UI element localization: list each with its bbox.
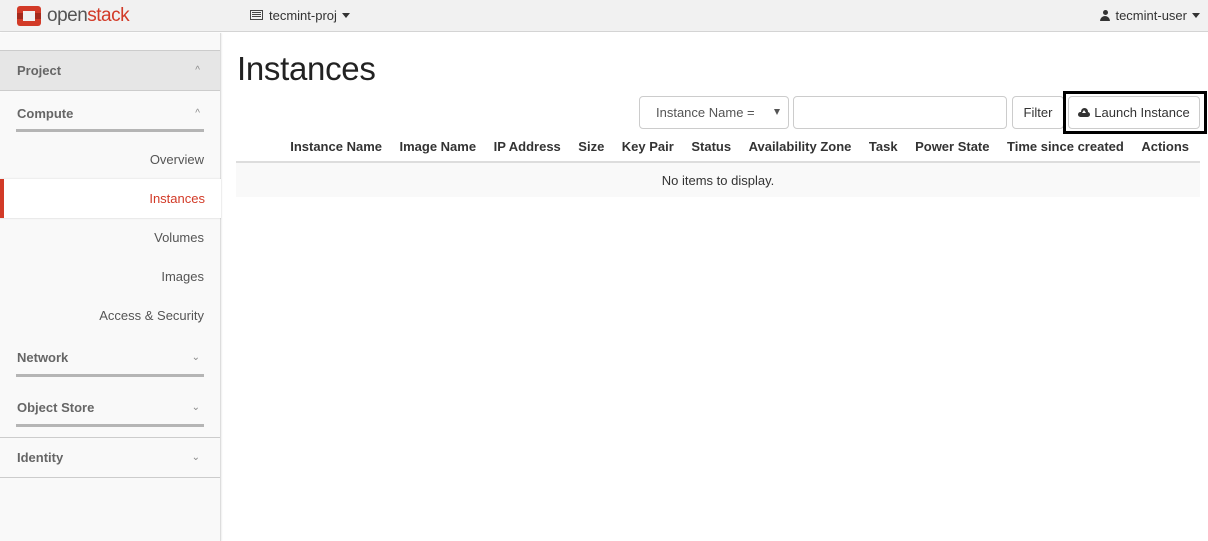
sidebar: Project ^ Compute ^ Overview Instances V… [0,33,221,541]
sidebar-spacer [0,33,220,51]
sidebar-group-label: Compute [17,105,74,121]
column-header-instance-name[interactable]: Instance Name [290,139,382,154]
sidebar-item-overview[interactable]: Overview [0,140,220,179]
page-title: Instances [237,50,376,87]
sidebar-group-network[interactable]: Network ⌄ [16,341,204,377]
launch-instance-button[interactable]: Launch Instance [1068,96,1200,129]
table-header-row: Instance Name Image Name IP Address Size… [236,131,1200,163]
sidebar-group-compute[interactable]: Compute ^ [16,91,204,132]
chevron-up-icon: ^ [195,107,200,119]
user-name: tecmint-user [1115,7,1187,23]
column-header-availability-zone[interactable]: Availability Zone [749,139,852,154]
chevron-down-icon: ⌄ [191,352,200,363]
sidebar-item-label: Overview [149,152,204,167]
column-header-power-state[interactable]: Power State [915,139,989,154]
filter-field-value: Instance Name = [656,105,755,120]
column-header-size[interactable]: Size [578,139,604,154]
launch-instance-label: Launch Instance [1094,105,1190,120]
brand-stack-text: stack [87,5,130,26]
column-header-time-since-created[interactable]: Time since created [1007,139,1124,154]
sidebar-item-label: Instances [149,191,205,206]
sidebar-dashboard-identity[interactable]: Identity ⌄ [0,438,220,478]
project-list-icon [250,10,263,20]
sidebar-item-label: Access & Security [99,308,204,323]
column-header-key-pair[interactable]: Key Pair [622,139,674,154]
project-switcher[interactable]: tecmint-proj [250,0,350,30]
sidebar-group-label: Network [17,350,69,365]
chevron-up-icon: ^ [195,65,200,76]
caret-down-icon [1192,12,1200,18]
dropdown-arrow-icon [774,109,780,115]
caret-down-icon [341,12,350,18]
sidebar-item-label: Images [161,269,204,284]
column-header-task[interactable]: Task [869,139,898,154]
column-header-ip-address[interactable]: IP Address [494,139,561,154]
sidebar-dashboard-project[interactable]: Project ^ [0,51,220,91]
column-header-actions: Actions [1141,138,1189,154]
sidebar-dashboard-label: Identity [17,450,64,465]
project-name: tecmint-proj [269,7,337,23]
openstack-logo-icon [17,6,41,26]
column-header-image-name[interactable]: Image Name [399,139,476,154]
filter-input[interactable] [793,96,1007,129]
sidebar-group-label: Object Store [17,400,95,415]
cloud-upload-icon [1078,108,1091,117]
sidebar-item-volumes[interactable]: Volumes [0,218,220,257]
user-menu[interactable]: tecmint-user [1100,0,1200,30]
column-header-status[interactable]: Status [691,139,731,154]
sidebar-item-label: Volumes [154,230,204,245]
sidebar-item-images[interactable]: Images [0,257,220,296]
filter-field-select[interactable]: Instance Name = [639,96,789,129]
sidebar-item-access-security[interactable]: Access & Security [0,296,220,335]
filter-button[interactable]: Filter [1012,96,1064,129]
top-navbar: openstack tecmint-proj tecmint-user [0,0,1208,32]
instances-table: Instance Name Image Name IP Address Size… [236,131,1200,197]
openstack-logo-link[interactable]: openstack [17,4,130,28]
brand-name: openstack [47,4,130,28]
chevron-down-icon: ⌄ [191,402,200,413]
sidebar-dashboard-label: Project [17,63,62,78]
empty-table-message: No items to display. [236,163,1200,197]
sidebar-group-object-store[interactable]: Object Store ⌄ [16,391,204,427]
brand-open-text: open [47,5,88,26]
user-icon [1100,9,1111,21]
sidebar-item-instances[interactable]: Instances [0,179,221,218]
chevron-down-icon: ⌄ [191,452,200,463]
